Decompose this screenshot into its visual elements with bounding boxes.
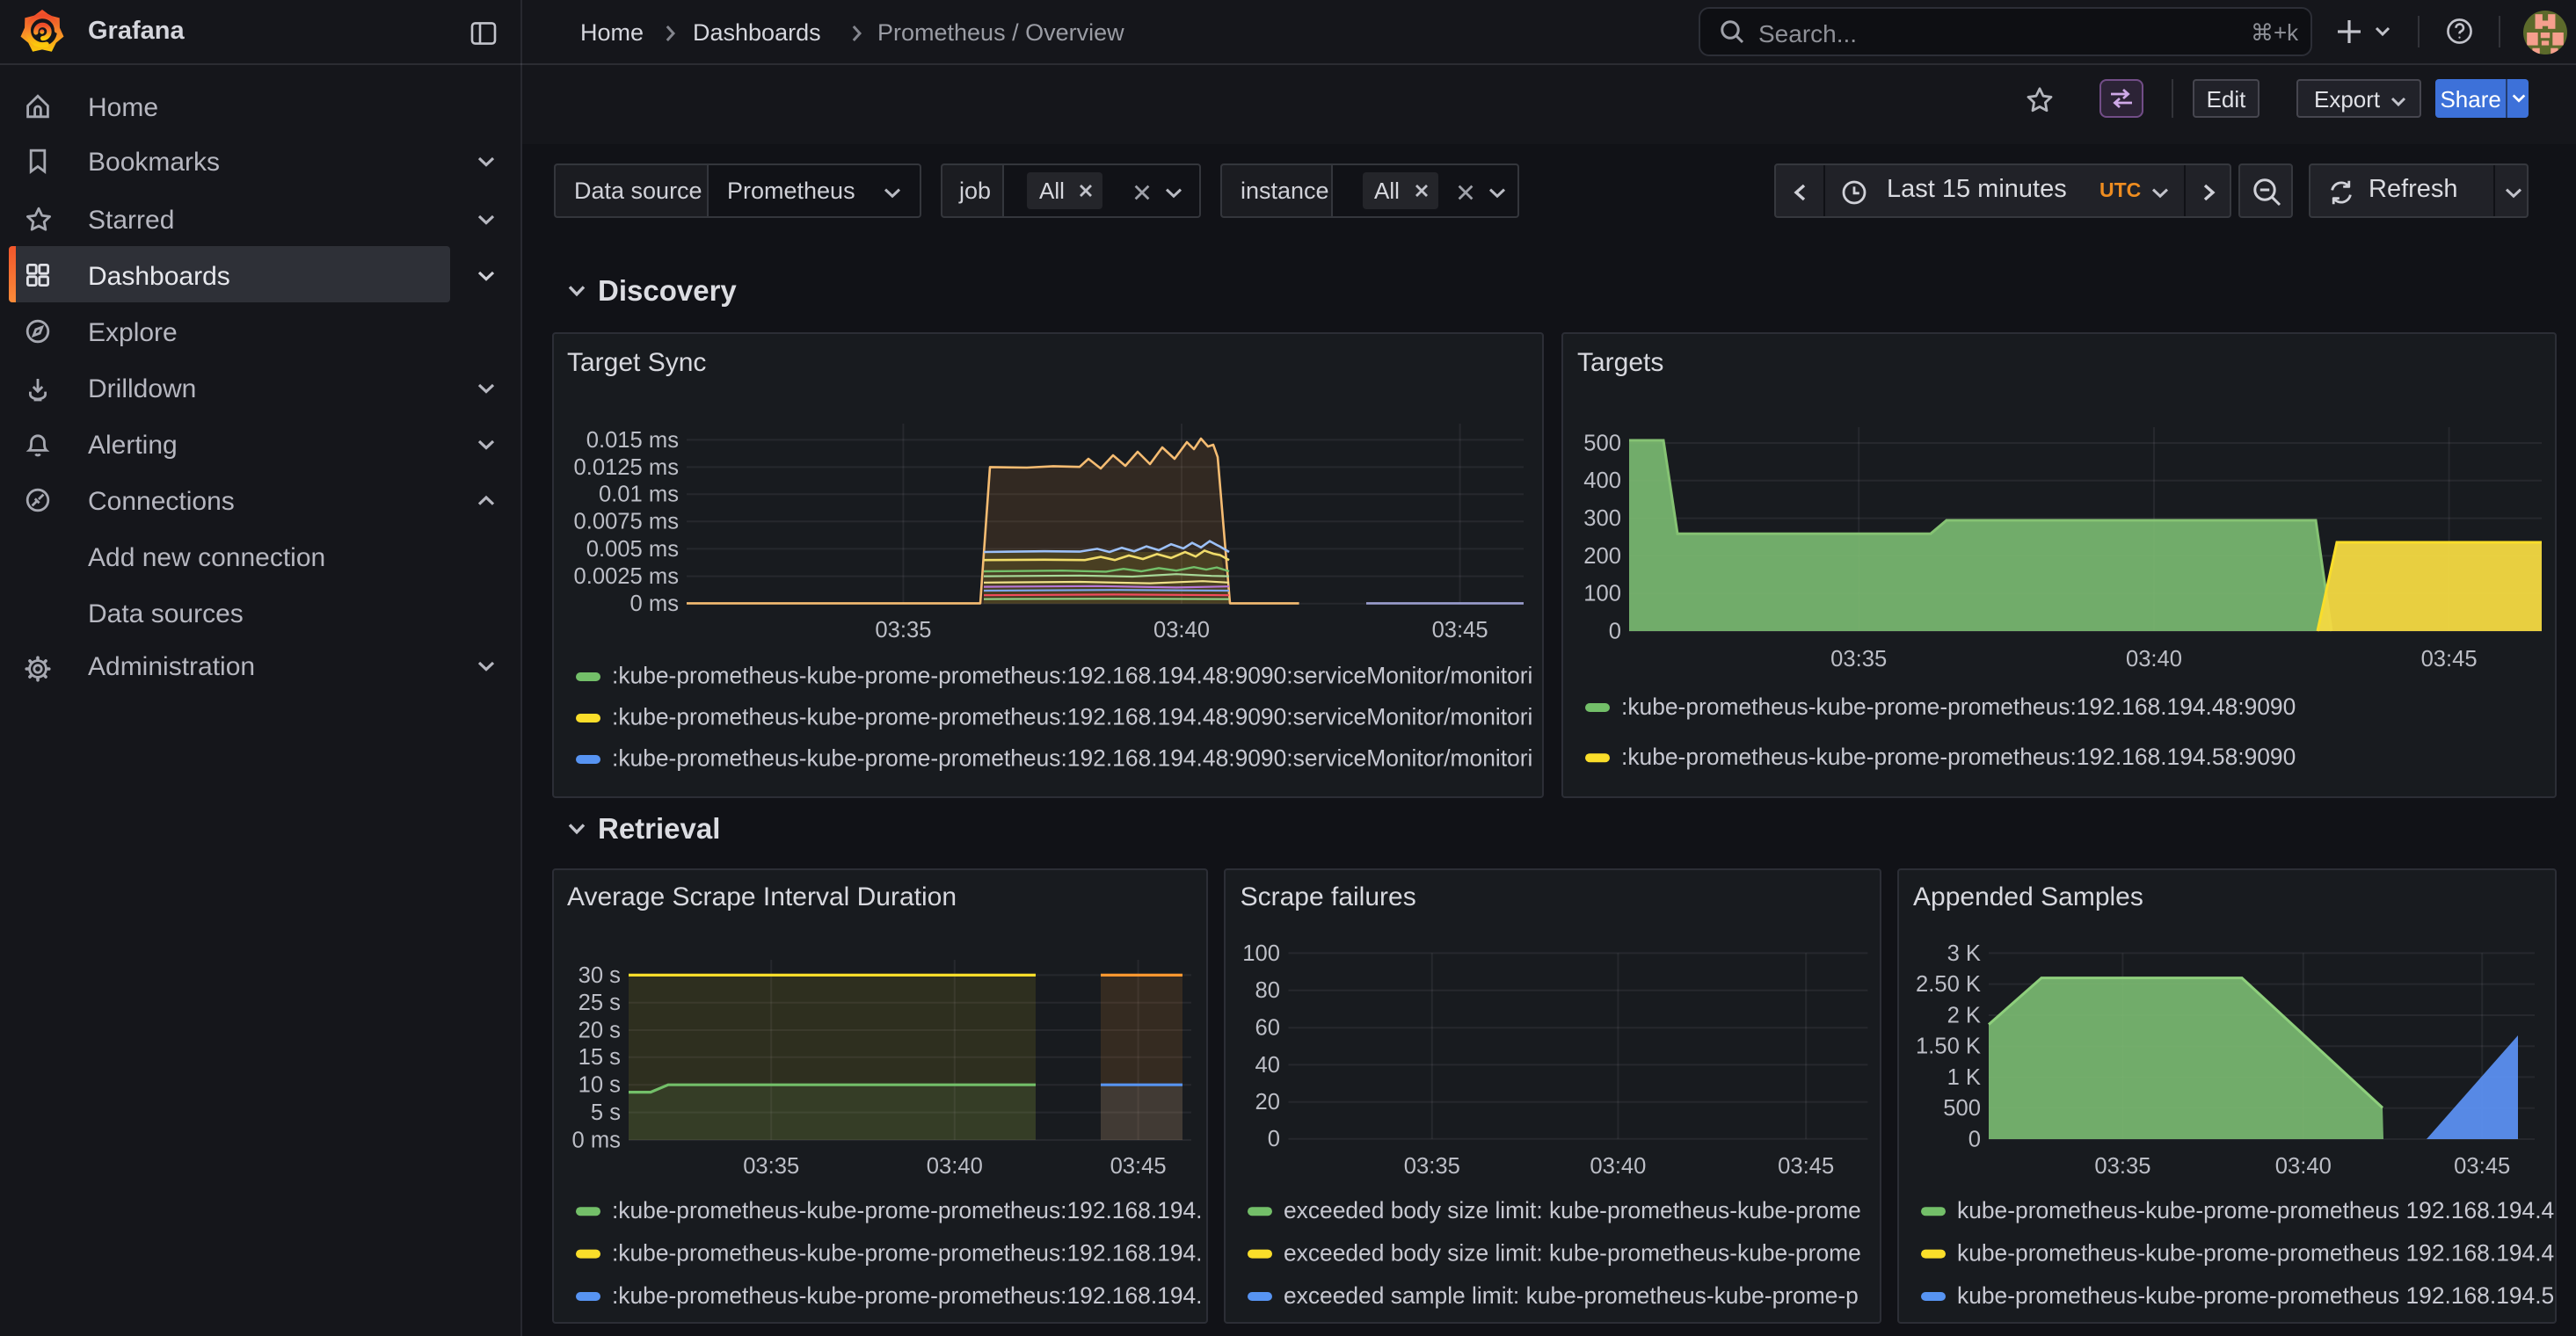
svg-text:03:40: 03:40 bbox=[1153, 618, 1209, 643]
svg-text:03:40: 03:40 bbox=[926, 1153, 982, 1178]
svg-text:0.005 ms: 0.005 ms bbox=[586, 537, 678, 562]
svg-text:20: 20 bbox=[1255, 1089, 1280, 1114]
svg-text:03:35: 03:35 bbox=[742, 1153, 798, 1178]
svg-text:5 s: 5 s bbox=[590, 1100, 620, 1124]
svg-text::kube-prometheus-kube-prome-pr: :kube-prometheus-kube-prome-prometheus:1… bbox=[1621, 744, 2296, 770]
svg-text::kube-prometheus-kube-prome-pr: :kube-prometheus-kube-prome-prometheus:1… bbox=[611, 1282, 1202, 1308]
svg-text:1.50 K: 1.50 K bbox=[1916, 1034, 1981, 1058]
svg-text:03:35: 03:35 bbox=[2094, 1153, 2150, 1178]
svg-text::kube-prometheus-kube-prome-pr: :kube-prometheus-kube-prome-prometheus:1… bbox=[611, 744, 1532, 771]
svg-text:400: 400 bbox=[1583, 468, 1621, 493]
svg-text:40: 40 bbox=[1255, 1052, 1280, 1077]
svg-text:03:45: 03:45 bbox=[1431, 618, 1488, 643]
svg-text:0.0025 ms: 0.0025 ms bbox=[572, 564, 678, 589]
svg-text:1 K: 1 K bbox=[1947, 1064, 1981, 1089]
svg-text::kube-prometheus-kube-prome-pr: :kube-prometheus-kube-prome-prometheus:1… bbox=[611, 1239, 1202, 1266]
svg-text:03:45: 03:45 bbox=[2421, 647, 2478, 672]
svg-text:25 s: 25 s bbox=[578, 990, 620, 1014]
svg-text:exceeded body size limit: kube: exceeded body size limit: kube-prometheu… bbox=[1284, 1196, 1862, 1223]
svg-text:80: 80 bbox=[1255, 977, 1280, 1002]
svg-text:03:35: 03:35 bbox=[1830, 647, 1887, 672]
svg-text:0.015 ms: 0.015 ms bbox=[586, 428, 678, 453]
svg-text:03:45: 03:45 bbox=[2454, 1153, 2510, 1178]
svg-text:0: 0 bbox=[1609, 619, 1621, 643]
svg-text:03:35: 03:35 bbox=[874, 618, 930, 643]
svg-text:03:45: 03:45 bbox=[1779, 1153, 1835, 1178]
svg-text:100: 100 bbox=[1583, 582, 1621, 606]
svg-text:500: 500 bbox=[1943, 1095, 1981, 1120]
svg-text:0.0075 ms: 0.0075 ms bbox=[572, 510, 678, 534]
svg-text:exceeded body size limit: kube: exceeded body size limit: kube-prometheu… bbox=[1284, 1239, 1862, 1266]
svg-text:03:40: 03:40 bbox=[1590, 1153, 1647, 1178]
svg-text:30 s: 30 s bbox=[578, 962, 620, 987]
svg-text:kube-prometheus-kube-prome-pro: kube-prometheus-kube-prome-prometheus 19… bbox=[1957, 1239, 2554, 1266]
svg-text:03:40: 03:40 bbox=[2126, 647, 2182, 672]
svg-text:03:40: 03:40 bbox=[2275, 1153, 2332, 1178]
svg-text:10 s: 10 s bbox=[578, 1072, 620, 1097]
svg-text:03:45: 03:45 bbox=[1110, 1153, 1166, 1178]
svg-text:0.01 ms: 0.01 ms bbox=[598, 483, 678, 507]
svg-text:300: 300 bbox=[1583, 506, 1621, 531]
svg-text:200: 200 bbox=[1583, 544, 1621, 569]
svg-text:20 s: 20 s bbox=[578, 1018, 620, 1042]
svg-text::kube-prometheus-kube-prome-pr: :kube-prometheus-kube-prome-prometheus:1… bbox=[611, 1196, 1202, 1223]
svg-text:kube-prometheus-kube-prome-pro: kube-prometheus-kube-prome-prometheus 19… bbox=[1957, 1196, 2554, 1223]
svg-text::kube-prometheus-kube-prome-pr: :kube-prometheus-kube-prome-prometheus:1… bbox=[611, 703, 1532, 730]
svg-text:exceeded sample limit: kube-pr: exceeded sample limit: kube-prometheus-k… bbox=[1284, 1282, 1859, 1308]
svg-text:60: 60 bbox=[1255, 1015, 1280, 1040]
svg-text:0: 0 bbox=[1968, 1127, 1981, 1151]
svg-text:500: 500 bbox=[1583, 431, 1621, 455]
svg-text:3 K: 3 K bbox=[1947, 940, 1981, 965]
svg-text:03:35: 03:35 bbox=[1404, 1153, 1460, 1178]
svg-text::kube-prometheus-kube-prome-pr: :kube-prometheus-kube-prome-prometheus:1… bbox=[1621, 693, 2296, 720]
svg-text::kube-prometheus-kube-prome-pr: :kube-prometheus-kube-prome-prometheus:1… bbox=[611, 662, 1532, 688]
svg-text:15 s: 15 s bbox=[578, 1044, 620, 1069]
svg-text:0.0125 ms: 0.0125 ms bbox=[572, 455, 678, 480]
svg-text:2 K: 2 K bbox=[1947, 1003, 1981, 1027]
svg-text:0 ms: 0 ms bbox=[571, 1128, 620, 1152]
svg-text:2.50 K: 2.50 K bbox=[1916, 971, 1981, 996]
svg-text:kube-prometheus-kube-prome-pro: kube-prometheus-kube-prome-prometheus 19… bbox=[1957, 1282, 2554, 1308]
svg-text:100: 100 bbox=[1243, 940, 1281, 965]
svg-text:0 ms: 0 ms bbox=[629, 592, 678, 616]
svg-text:0: 0 bbox=[1268, 1126, 1280, 1151]
